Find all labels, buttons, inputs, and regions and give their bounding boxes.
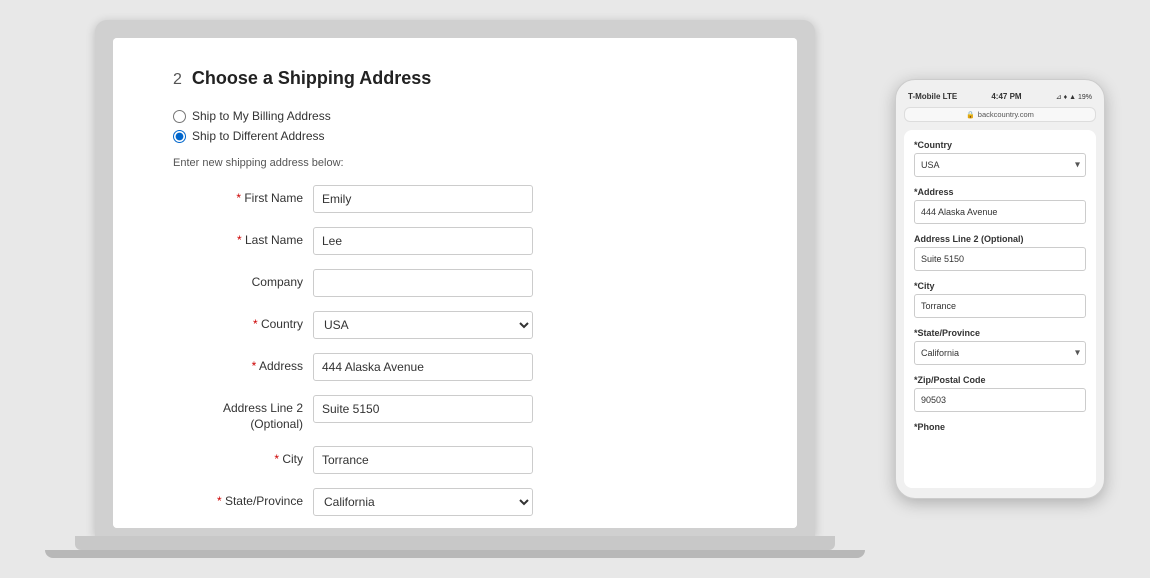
- phone-city-group: *City: [914, 281, 1086, 318]
- phone-zip-input[interactable]: [914, 388, 1086, 412]
- phone-address2-label: Address Line 2 (Optional): [914, 234, 1086, 244]
- radio-different-label[interactable]: Ship to Different Address: [173, 129, 737, 143]
- status-time: 4:47 PM: [991, 92, 1021, 101]
- phone-country-group: *Country USA Canada ▾: [914, 140, 1086, 177]
- last-name-input[interactable]: [313, 227, 533, 255]
- city-row: * City: [173, 446, 737, 474]
- form-page: 2 Choose a Shipping Address Ship to My B…: [113, 38, 797, 528]
- address-row: * Address: [173, 353, 737, 381]
- address2-row: Address Line 2(Optional): [173, 395, 737, 432]
- laptop-foot: [45, 550, 865, 558]
- radio-billing-label[interactable]: Ship to My Billing Address: [173, 109, 737, 123]
- first-name-row: * First Name: [173, 185, 737, 213]
- page-title-row: 2 Choose a Shipping Address: [173, 68, 737, 89]
- phone-state-label: *State/Province: [914, 328, 1086, 338]
- laptop-screen: 2 Choose a Shipping Address Ship to My B…: [113, 38, 797, 528]
- sub-instruction: Enter new shipping address below:: [173, 157, 737, 169]
- phone-status-bar: T-Mobile LTE 4:47 PM ⊿ ♦ ▲ 19%: [904, 90, 1096, 103]
- country-row: * Country USA Canada Mexico: [173, 311, 737, 339]
- radio-billing[interactable]: [173, 110, 186, 123]
- phone-bezel: T-Mobile LTE 4:47 PM ⊿ ♦ ▲ 19% 🔒 backcou…: [895, 79, 1105, 499]
- state-row: * State/Province California New York Tex…: [173, 488, 737, 516]
- laptop-screen-bezel: 2 Choose a Shipping Address Ship to My B…: [95, 20, 815, 536]
- phone-phone-label: *Phone: [914, 422, 1086, 432]
- country-select[interactable]: USA Canada Mexico: [313, 311, 533, 339]
- form-title: Choose a Shipping Address: [192, 68, 431, 89]
- phone-wrapper: T-Mobile LTE 4:47 PM ⊿ ♦ ▲ 19% 🔒 backcou…: [895, 79, 1105, 499]
- first-name-label: * First Name: [173, 185, 303, 205]
- phone-state-group: *State/Province California New York ▾: [914, 328, 1086, 365]
- address-label: * Address: [173, 353, 303, 373]
- url-text: backcountry.com: [978, 110, 1034, 119]
- last-name-row: * Last Name: [173, 227, 737, 255]
- phone-country-select[interactable]: USA Canada: [914, 153, 1086, 177]
- company-input[interactable]: [313, 269, 533, 297]
- address2-input[interactable]: [313, 395, 533, 423]
- phone-phone-group: *Phone: [914, 422, 1086, 432]
- first-name-input[interactable]: [313, 185, 533, 213]
- phone-address-label: *Address: [914, 187, 1086, 197]
- scene: 2 Choose a Shipping Address Ship to My B…: [0, 0, 1150, 578]
- phone-country-select-wrapper: USA Canada ▾: [914, 153, 1086, 177]
- phone-address-input[interactable]: [914, 200, 1086, 224]
- status-icons: ⊿ ♦ ▲ 19%: [1056, 93, 1092, 101]
- radio-different-text: Ship to Different Address: [192, 129, 325, 143]
- phone-country-label: *Country: [914, 140, 1086, 150]
- company-label: Company: [173, 269, 303, 289]
- phone-address2-group: Address Line 2 (Optional): [914, 234, 1086, 271]
- lock-icon: 🔒: [966, 111, 975, 119]
- address-input[interactable]: [313, 353, 533, 381]
- phone-content: *Country USA Canada ▾ *Address: [904, 130, 1096, 488]
- phone-state-select-wrapper: California New York ▾: [914, 341, 1086, 365]
- phone-state-select[interactable]: California New York: [914, 341, 1086, 365]
- phone-address-group: *Address: [914, 187, 1086, 224]
- phone-city-input[interactable]: [914, 294, 1086, 318]
- company-row: Company: [173, 269, 737, 297]
- last-name-label: * Last Name: [173, 227, 303, 247]
- phone-url-bar[interactable]: 🔒 backcountry.com: [904, 107, 1096, 122]
- state-label: * State/Province: [173, 488, 303, 508]
- city-input[interactable]: [313, 446, 533, 474]
- radio-billing-text: Ship to My Billing Address: [192, 109, 331, 123]
- state-select[interactable]: California New York Texas: [313, 488, 533, 516]
- country-label: * Country: [173, 311, 303, 331]
- phone-address2-input[interactable]: [914, 247, 1086, 271]
- radio-different[interactable]: [173, 130, 186, 143]
- phone-city-label: *City: [914, 281, 1086, 291]
- step-number: 2: [173, 71, 182, 89]
- laptop-wrapper: 2 Choose a Shipping Address Ship to My B…: [45, 20, 865, 558]
- phone-zip-group: *Zip/Postal Code: [914, 375, 1086, 412]
- shipping-radio-group: Ship to My Billing Address Ship to Diffe…: [173, 109, 737, 143]
- laptop-base: [75, 536, 835, 550]
- city-label: * City: [173, 446, 303, 466]
- address2-label: Address Line 2(Optional): [173, 395, 303, 432]
- phone-zip-label: *Zip/Postal Code: [914, 375, 1086, 385]
- status-carrier: T-Mobile LTE: [908, 92, 957, 101]
